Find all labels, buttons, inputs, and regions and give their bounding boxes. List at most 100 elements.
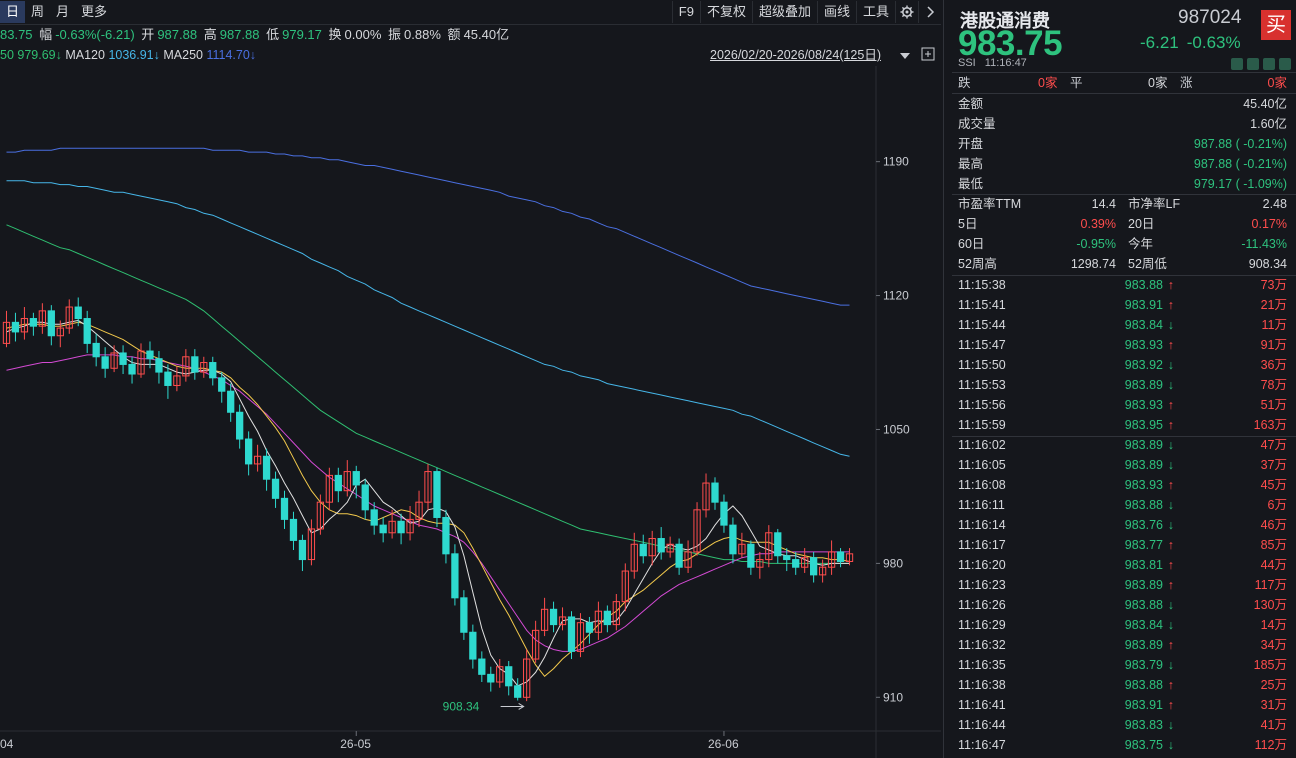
period-more-button[interactable]: 更多 [75,1,113,23]
edit-icon[interactable] [1231,58,1243,70]
stats-amount-value: 45.40亿 [463,27,510,42]
detail-value: 45.40亿 [1243,97,1287,111]
tick-time: 11:16:38 [958,678,1006,692]
arrow-up-icon: ↑ [1167,538,1174,552]
chevron-right-icon[interactable] [918,1,941,23]
tick-time: 11:16:26 [958,598,1006,612]
tick-price: 983.89 [1124,578,1163,592]
tick-volume: 45万 [1260,478,1287,492]
x-tick-label: 26-06 [708,737,739,751]
down-label: 跌 [958,76,971,90]
tick-price: 983.88 [1124,678,1163,692]
tick-row[interactable]: 11:15:50 983.92 ↓ 36万 [958,355,1291,375]
tick-row[interactable]: 11:16:32 983.89 ↑ 34万 [958,635,1291,655]
tick-row[interactable]: 11:15:44 983.84 ↓ 11万 [958,315,1291,335]
tick-row[interactable]: 11:16:08 983.93 ↑ 45万 [958,475,1291,495]
stats-high-value: 987.88 [219,27,260,42]
tick-time: 11:16:05 [958,458,1006,472]
tick-volume: 37万 [1260,458,1287,472]
arrow-down-icon: ↓ [1167,658,1174,672]
tick-price: 983.88 [1124,278,1163,292]
flat-count: 0家 [1148,76,1168,90]
quote-meta: SSI 11:16:47 [958,57,1027,69]
candle-body [101,356,109,369]
tick-price: 983.89 [1124,638,1163,652]
tick-row[interactable]: 11:16:26 983.88 ↓ 130万 [958,595,1291,615]
tick-row[interactable]: 11:16:38 983.88 ↑ 25万 [958,675,1291,695]
chart-panel: 日 周 月 更多 F9 不复权 超级叠加 画线 工具 83.75 幅 -0.63%… [0,0,941,758]
no-adjust-button[interactable]: 不复权 [699,1,752,23]
detail-label: 开盘 [958,137,984,151]
metric-value: 2.48 [1262,197,1287,211]
tick-time: 11:15:53 [958,378,1006,392]
up-count: 0家 [1267,76,1287,90]
tick-time: 11:15:59 [958,418,1006,432]
tick-time: 11:16:17 [958,538,1006,552]
candle-body [585,622,594,633]
metric-row: 60日 -0.95% 今年 -11.43% [958,234,1291,254]
tick-time: 11:16:02 [958,438,1006,452]
draw-line-button[interactable]: 画线 [816,1,856,23]
tick-row[interactable]: 11:16:11 983.88 ↓ 6万 [958,495,1291,515]
metric-value: 0.39% [1080,217,1116,231]
tick-row[interactable]: 11:15:53 983.89 ↓ 78万 [958,375,1291,395]
candle-body [792,559,800,568]
tick-volume: 78万 [1260,378,1287,392]
ma250-value: 1114.70↓ [206,48,257,62]
change-value: -6.21 [1140,33,1179,52]
tick-row[interactable]: 11:16:17 983.77 ↑ 85万 [958,535,1291,555]
arrow-down-icon: ↓ [1167,598,1174,612]
tick-time: 11:16:23 [958,578,1006,592]
alert-icon[interactable] [1279,58,1291,70]
candle-body [334,474,342,492]
arrow-down-icon: ↓ [1167,498,1174,512]
metric-label: 20日 [1128,217,1155,231]
buy-button[interactable]: 买 [1261,10,1291,40]
tick-volume: 44万 [1260,558,1287,572]
period-month-button[interactable]: 月 [50,1,75,23]
add-indicator-icon[interactable] [921,47,935,67]
tick-row[interactable]: 11:16:14 983.76 ↓ 46万 [958,515,1291,535]
candle-body [164,371,172,386]
tick-row[interactable]: 11:15:38 983.88 ↑ 73万 [958,275,1291,295]
tick-time: 11:16:32 [958,638,1006,652]
stats-turnover-label: 换 [328,27,342,42]
f9-button[interactable]: F9 [671,1,700,23]
tick-row[interactable]: 11:15:41 983.91 ↑ 21万 [958,295,1291,315]
tick-row[interactable]: 11:16:47 983.75 ↓ 112万 [958,735,1291,755]
tick-row[interactable]: 11:15:59 983.95 ↑ 163万 [958,415,1291,435]
chart-toolbar-right: F9 不复权 超级叠加 画线 工具 [671,0,941,24]
link-icon[interactable] [1247,58,1259,70]
tick-price: 983.95 [1124,418,1163,432]
tools-button[interactable]: 工具 [855,1,895,23]
tick-row[interactable]: 11:16:41 983.91 ↑ 31万 [958,695,1291,715]
tick-price: 983.81 [1124,558,1163,572]
period-week-button[interactable]: 周 [25,1,50,23]
tick-row[interactable]: 11:16:35 983.79 ↓ 185万 [958,655,1291,675]
tick-row[interactable]: 11:16:05 983.89 ↓ 37万 [958,455,1291,475]
period-day-button[interactable]: 日 [0,1,26,23]
tick-row[interactable]: 11:16:44 983.83 ↓ 41万 [958,715,1291,735]
candle-body [29,318,38,327]
detail-row: 最高 987.88 ( -0.21%) [958,154,1291,174]
gear-icon[interactable] [895,1,918,23]
stats-swing-value: 0.88% [404,27,441,42]
stats-amp-label: 幅 [39,27,53,42]
tick-row[interactable]: 11:16:02 983.89 ↓ 47万 [958,435,1291,455]
detail-row: 最低 979.17 ( -1.09%) [958,174,1291,194]
tick-volume: 21万 [1260,298,1287,312]
tick-row[interactable]: 11:15:56 983.93 ↑ 51万 [958,395,1291,415]
date-range[interactable]: 2026/02/20-2026/08/24(125日) [710,45,881,65]
tick-price: 983.77 [1124,538,1163,552]
tick-row[interactable]: 11:15:47 983.93 ↑ 91万 [958,335,1291,355]
share-icon[interactable] [1263,58,1275,70]
candlestick-chart[interactable]: 119011201050980910908.340426-0526-0626-0… [0,66,941,758]
tick-row[interactable]: 11:16:23 983.89 ↑ 117万 [958,575,1291,595]
triangle-down-icon[interactable] [899,47,911,67]
candle-body [442,516,450,555]
tick-row[interactable]: 11:16:20 983.81 ↑ 44万 [958,555,1291,575]
tick-row[interactable]: 11:16:29 983.84 ↓ 14万 [958,615,1291,635]
candle-body [639,543,647,557]
super-overlay-button[interactable]: 超级叠加 [751,1,817,23]
candle-body [209,362,217,379]
